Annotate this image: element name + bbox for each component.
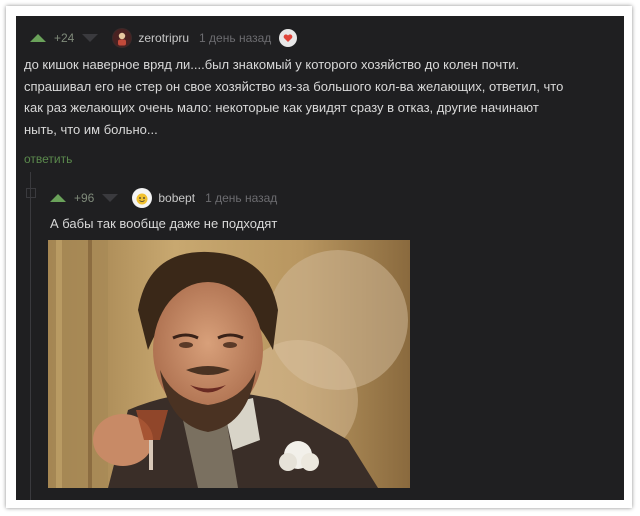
smiley-avatar-icon[interactable] — [132, 188, 153, 208]
reply-score: +96 — [74, 191, 95, 205]
reply-username[interactable]: bobept — [158, 191, 195, 205]
reply-body: А бабы так вообще даже не подходят — [50, 216, 278, 231]
heart-badge-icon — [279, 29, 298, 47]
comment-username[interactable]: zerotripru — [138, 31, 189, 45]
thread-line[interactable] — [30, 172, 43, 500]
avatar-figure-icon[interactable] — [112, 28, 133, 48]
comment-time: 1 день назад — [199, 31, 272, 45]
thread-collapse-icon[interactable] — [26, 188, 36, 198]
comment-line: спрашивал его не стер он свое хозяйство … — [24, 78, 564, 94]
upvote-arrow-icon[interactable] — [30, 34, 46, 42]
meme-photo[interactable] — [48, 240, 410, 488]
downvote-arrow-icon[interactable] — [82, 34, 99, 42]
comment-body: до кишок наверное вряд ли....был знакомы… — [24, 54, 612, 140]
comment-line: до кишок наверное вряд ли....был знакомы… — [24, 57, 520, 72]
comments-panel: +24 zerotripru 1 день назад до кишок нав… — [16, 16, 624, 500]
comment-header: +24 zerotripru 1 день назад — [30, 28, 298, 48]
reply-button[interactable]: ответить — [24, 152, 72, 166]
reply-time: 1 день назад — [205, 191, 278, 205]
comment-line: как раз желающих очень мало: некоторые к… — [24, 100, 539, 115]
reply-header: +96 bobept 1 день назад — [50, 188, 277, 208]
upvote-arrow-icon[interactable] — [50, 194, 66, 202]
comment-line: ныть, что им больно... — [24, 121, 158, 137]
downvote-arrow-icon[interactable] — [102, 194, 119, 202]
comment-score: +24 — [54, 31, 75, 45]
